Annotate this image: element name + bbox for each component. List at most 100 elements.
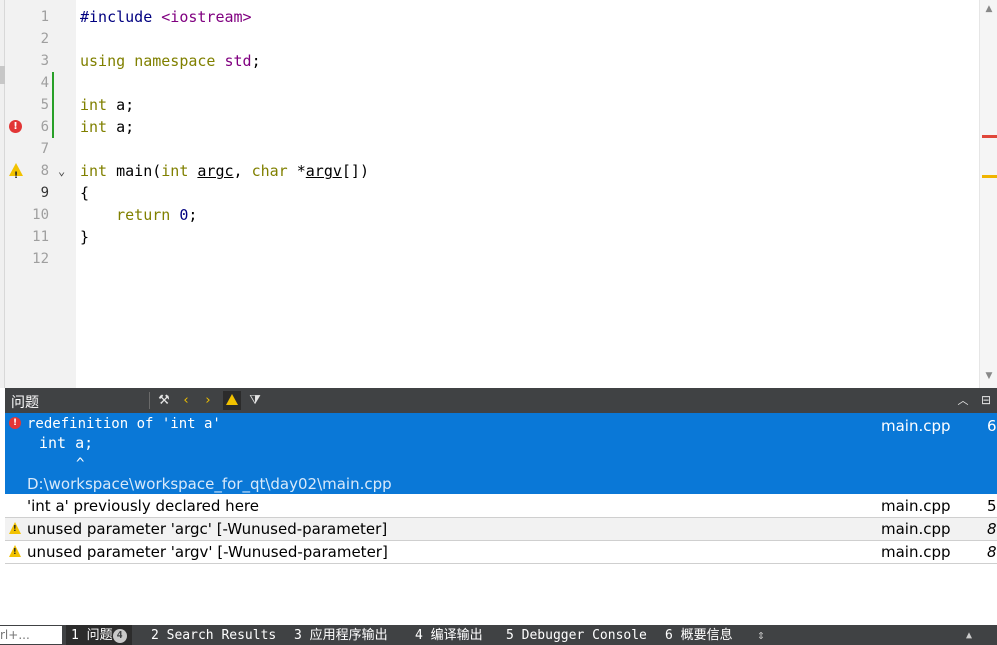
code-token: using (80, 52, 126, 70)
tab-number: 1 (71, 628, 79, 643)
tab-label: 问题 (86, 628, 113, 643)
tab-label: Debugger Console (521, 628, 647, 643)
issue-row[interactable]: ! unused parameter 'argc' [-Wunused-para… (5, 518, 997, 541)
warning-scroll-marker[interactable] (982, 175, 997, 178)
tab-search-results[interactable]: 2 Search Results (151, 625, 276, 645)
code-token: return (116, 206, 171, 224)
more-tabs-icon[interactable]: ⇕ (757, 625, 765, 645)
gutter-line-2: 2 (5, 28, 76, 50)
fold-chevron-icon[interactable]: ⌄ (58, 160, 65, 182)
issue-line: 8 (987, 543, 997, 561)
gutter-line-7: 7 (5, 138, 76, 160)
code-token: } (80, 228, 90, 246)
code-token: { (80, 184, 90, 202)
code-token: * (287, 162, 306, 180)
code-line-5[interactable]: int a; (80, 94, 134, 116)
code-token: ; (188, 206, 198, 224)
line-number: 6 (40, 119, 49, 135)
line-number: 7 (40, 141, 49, 157)
issues-list[interactable]: ! redefinition of 'int a' int a; ^ main.… (5, 413, 997, 625)
gutter-line-1: 1 (5, 6, 76, 28)
tab-general-messages[interactable]: 6 概要信息 (665, 625, 733, 645)
code-area[interactable]: #include <iostream> using namespace std; i… (80, 0, 979, 388)
code-token: int (80, 162, 108, 180)
tab-debugger-console[interactable]: 5 Debugger Console (506, 625, 647, 645)
issue-line: 5 (987, 497, 997, 515)
warning-icon: ! (9, 522, 21, 534)
issue-count-badge: 4 (112, 629, 127, 643)
code-line-11[interactable]: } (80, 226, 89, 248)
code-token: a; (107, 118, 135, 136)
filter-icon[interactable]: ⧩ (246, 391, 264, 410)
toggle-output-pane-icon[interactable]: ▲ (966, 625, 972, 645)
issue-file: main.cpp (881, 543, 951, 561)
code-token: argv (305, 162, 342, 180)
gutter-line-8: ! 8 ⌄ (5, 160, 76, 182)
tab-number: 6 (665, 628, 673, 643)
issue-caret: ^ (76, 456, 85, 472)
line-number: 10 (32, 207, 49, 223)
tab-number: 5 (506, 628, 514, 643)
gutter-line-10: 10 (5, 204, 76, 226)
toolbar-divider (149, 392, 150, 409)
locator-input[interactable]: rl+... (0, 626, 62, 644)
issue-file: main.cpp (881, 417, 951, 435)
tab-number: 2 (151, 628, 159, 643)
code-line-10[interactable]: return 0; (80, 204, 197, 226)
previous-icon[interactable]: ‹ (177, 391, 195, 410)
gutter-line-3: 3 (5, 50, 76, 72)
code-token: []) (341, 162, 369, 180)
line-number: 8 (40, 163, 49, 179)
warning-filter-icon[interactable] (223, 391, 241, 410)
issue-line: 8 (987, 520, 997, 538)
collapse-up-icon[interactable]: ︿ (954, 391, 972, 410)
scroll-up-icon[interactable]: ▲ (980, 4, 997, 14)
code-line-6[interactable]: int a; (80, 116, 134, 138)
tab-label: Search Results (166, 628, 277, 643)
code-line-9[interactable]: { (80, 182, 89, 204)
next-icon[interactable]: › (199, 391, 217, 410)
line-number: 9 (40, 185, 49, 201)
code-token: ; (251, 52, 261, 70)
issue-message: unused parameter 'argv' [-Wunused-parame… (27, 543, 388, 561)
scroll-down-icon[interactable]: ▼ (980, 371, 997, 381)
tab-compile-output[interactable]: 4 编译输出 (415, 625, 483, 645)
line-number: 5 (40, 97, 49, 113)
gutter-line-12: 12 (5, 248, 76, 270)
code-token: , (233, 162, 252, 180)
code-line-3[interactable]: using namespace std; (80, 50, 261, 72)
tab-issues[interactable]: 1 问题 4 (66, 625, 132, 645)
line-number-gutter: 1 2 3 4 5 ! 6 7 ! 8 ⌄ 9 10 11 12 (5, 0, 76, 388)
code-token: main( (107, 162, 162, 180)
tab-application-output[interactable]: 3 应用程序输出 (294, 625, 388, 645)
build-icon[interactable]: ⚒ (155, 391, 173, 410)
error-scroll-marker[interactable] (982, 135, 997, 138)
warning-icon: ! (9, 545, 21, 557)
modified-lines-bar (52, 72, 54, 138)
tab-number: 3 (294, 628, 302, 643)
issues-panel-title: 问题 (11, 395, 39, 411)
vertical-scrollbar[interactable]: ▲ ▼ (979, 0, 997, 388)
issue-row[interactable]: 'int a' previously declared here main.cp… (5, 495, 997, 518)
maximize-icon[interactable]: ⊟ (977, 391, 995, 410)
code-token: int (80, 96, 108, 114)
code-token: int (161, 162, 189, 180)
issue-row[interactable]: ! unused parameter 'argv' [-Wunused-para… (5, 541, 997, 564)
code-line-1[interactable]: #include <iostream> (80, 6, 252, 28)
gutter-line-4: 4 (5, 72, 76, 94)
gutter-line-11: 11 (5, 226, 76, 248)
issue-line: 6 (987, 417, 997, 435)
error-icon: ! (9, 417, 21, 429)
gutter-line-6: ! 6 (5, 116, 76, 138)
code-token: std (224, 52, 252, 70)
issue-file: main.cpp (881, 520, 951, 538)
code-token: namespace (134, 52, 216, 70)
issue-row-selected[interactable]: ! redefinition of 'int a' int a; ^ main.… (5, 413, 997, 494)
code-editor[interactable]: 1 2 3 4 5 ! 6 7 ! 8 ⌄ 9 10 11 12 #includ… (5, 0, 997, 388)
code-line-8[interactable]: int main(int argc, char *argv[]) (80, 160, 369, 182)
issue-path: D:\workspace\workspace_for_qt\day02\main… (27, 475, 392, 493)
